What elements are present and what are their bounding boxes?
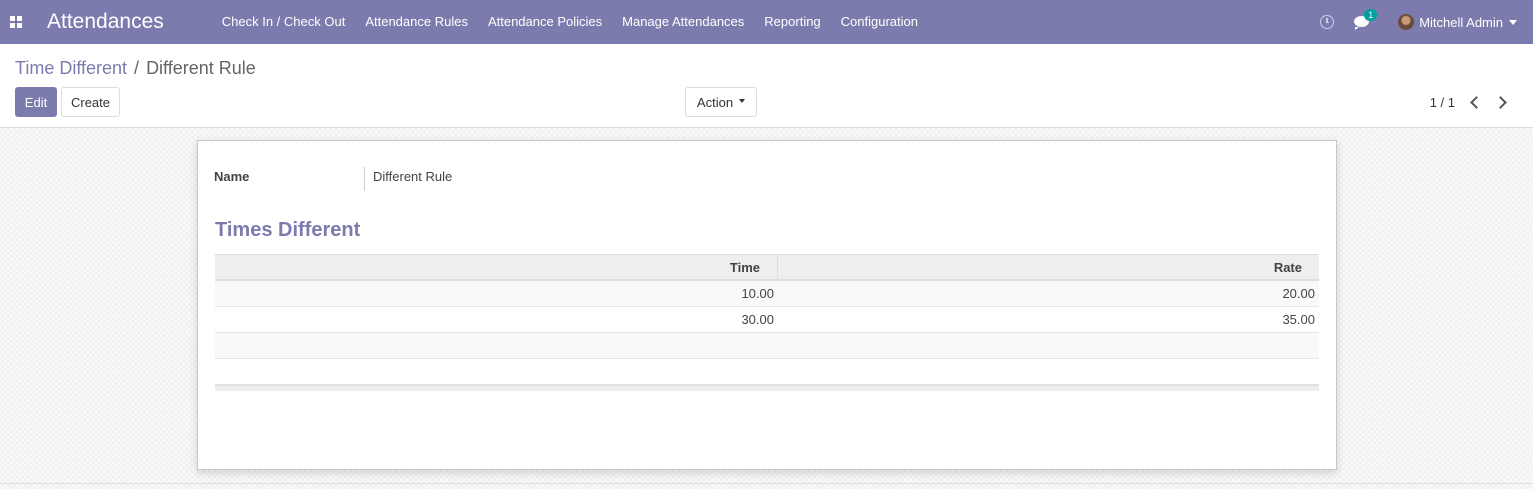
table-row[interactable]: 30.00 35.00 bbox=[215, 307, 1319, 333]
menu-item-attendance-rules[interactable]: Attendance Rules bbox=[355, 0, 478, 44]
user-menu[interactable]: Mitchell Admin bbox=[1398, 14, 1517, 30]
section-title: Times Different bbox=[215, 219, 361, 241]
control-panel: Time Different / Different Rule Edit Cre… bbox=[0, 44, 1533, 128]
main-menu: Check In / Check Out Attendance Rules At… bbox=[212, 0, 928, 44]
field-divider bbox=[364, 167, 365, 191]
app-title[interactable]: Attendances bbox=[47, 10, 164, 34]
table-row[interactable]: 10.00 20.00 bbox=[215, 281, 1319, 307]
messages-badge: 1 bbox=[1364, 9, 1378, 21]
empty-table-row bbox=[215, 359, 1319, 385]
cell-time: 30.00 bbox=[741, 312, 774, 327]
column-header-rate[interactable]: Rate bbox=[778, 255, 1319, 279]
menu-item-attendance-policies[interactable]: Attendance Policies bbox=[478, 0, 612, 44]
caret-down-icon bbox=[1509, 19, 1517, 25]
form-view-background: Name Different Rule Times Different Time… bbox=[0, 128, 1533, 489]
top-navbar: Attendances Check In / Check Out Attenda… bbox=[0, 0, 1533, 44]
form-sheet: Name Different Rule Times Different Time… bbox=[197, 140, 1337, 470]
cell-rate: 35.00 bbox=[1282, 312, 1315, 327]
breadcrumb-parent-link[interactable]: Time Different bbox=[15, 58, 127, 79]
menu-item-check-in-check-out[interactable]: Check In / Check Out bbox=[212, 0, 356, 44]
empty-table-row bbox=[215, 333, 1319, 359]
messages-button[interactable]: 1 bbox=[1354, 9, 1378, 30]
breadcrumb: Time Different / Different Rule bbox=[15, 58, 256, 79]
breadcrumb-separator: / bbox=[134, 58, 140, 78]
menu-item-configuration[interactable]: Configuration bbox=[831, 0, 928, 44]
activity-clock-icon[interactable] bbox=[1320, 15, 1335, 29]
edit-button[interactable]: Edit bbox=[15, 87, 57, 117]
systray: 1 Mitchell Admin bbox=[1320, 0, 1533, 44]
times-table: Time Rate 10.00 20.00 30.00 35.00 bbox=[215, 254, 1319, 391]
create-button[interactable]: Create bbox=[61, 87, 120, 117]
table-footer bbox=[215, 385, 1319, 391]
cell-time: 10.00 bbox=[741, 286, 774, 301]
menu-item-manage-attendances[interactable]: Manage Attendances bbox=[612, 0, 754, 44]
column-header-time[interactable]: Time bbox=[215, 255, 778, 279]
cell-rate: 20.00 bbox=[1282, 286, 1315, 301]
chevron-right-icon[interactable] bbox=[1496, 96, 1508, 108]
apps-menu-icon[interactable] bbox=[1, 0, 31, 44]
name-field-label: Name bbox=[214, 169, 250, 184]
user-name: Mitchell Admin bbox=[1419, 14, 1503, 30]
table-header: Time Rate bbox=[215, 254, 1319, 281]
name-field-value: Different Rule bbox=[373, 169, 453, 184]
action-label: Action bbox=[696, 94, 734, 110]
chevron-left-icon[interactable] bbox=[1469, 96, 1481, 108]
divider bbox=[0, 483, 1533, 484]
caret-down-icon bbox=[739, 99, 746, 103]
action-dropdown-button[interactable]: Action bbox=[685, 87, 757, 117]
avatar bbox=[1398, 14, 1415, 30]
menu-item-reporting[interactable]: Reporting bbox=[754, 0, 830, 44]
pager-value[interactable]: 1 / 1 bbox=[1430, 95, 1455, 110]
breadcrumb-current: Different Rule bbox=[146, 58, 256, 78]
